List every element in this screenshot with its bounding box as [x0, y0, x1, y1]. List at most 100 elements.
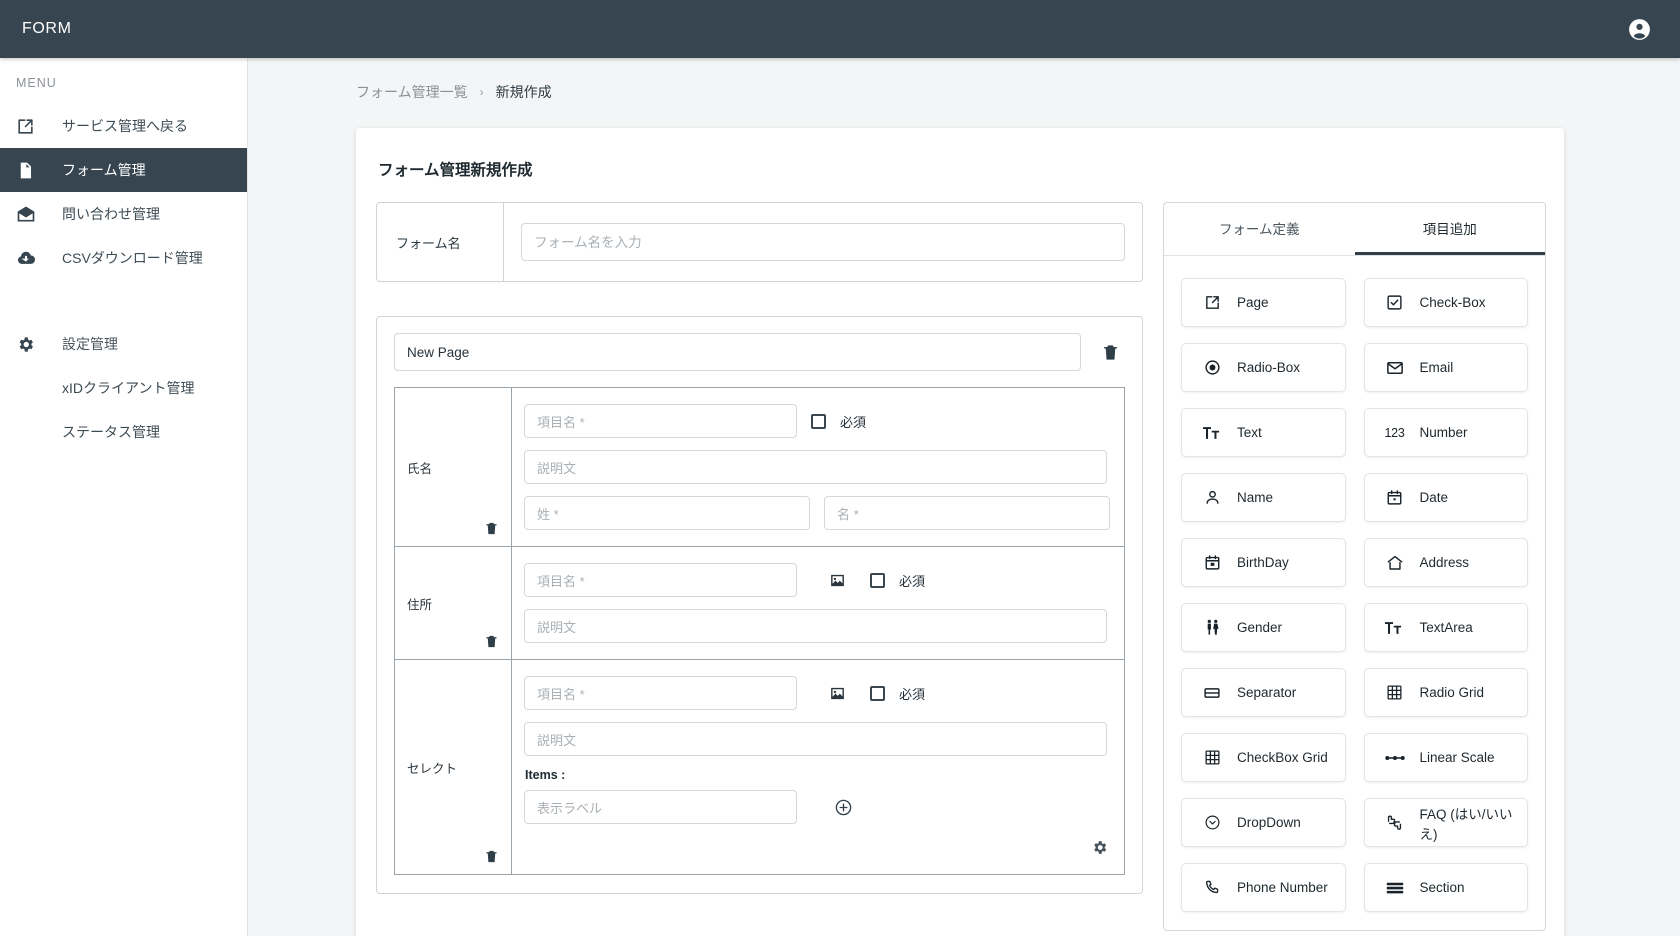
image-icon[interactable] — [829, 572, 846, 589]
description-placeholder: 説明文 — [537, 732, 577, 748]
palette-tile-text[interactable]: Text — [1181, 408, 1346, 457]
palette-tile-faq[interactable]: FAQ (はい/いいえ) — [1363, 798, 1528, 847]
sidebar-item-inquiry-management[interactable]: 問い合わせ管理 — [0, 192, 247, 236]
form-name-field-wrap — [504, 203, 1142, 281]
trash-icon[interactable] — [479, 629, 503, 653]
grid-icon — [1201, 749, 1223, 766]
top-bar: FORM — [0, 0, 1680, 58]
display-label-input[interactable]: 表示ラベル — [524, 790, 797, 824]
breadcrumb-separator: › — [479, 85, 484, 99]
sidebar-item-form-management[interactable]: フォーム管理 — [0, 148, 247, 192]
field-name-line: 項目名 * 必須 — [524, 404, 1110, 438]
breadcrumb-parent[interactable]: フォーム管理一覧 — [356, 82, 468, 102]
palette-tile-label: Radio-Box — [1237, 360, 1301, 375]
add-item-icon[interactable] — [831, 795, 855, 819]
palette-tile-label: Address — [1419, 555, 1470, 570]
field-type-label: セレクト — [407, 761, 458, 776]
trash-icon[interactable] — [1095, 337, 1125, 367]
required-checkbox[interactable] — [870, 685, 885, 701]
palette-tile-phone-number[interactable]: Phone Number — [1181, 863, 1346, 912]
sidebar-item-label: フォーム管理 — [62, 162, 146, 178]
sidebar-sub-label: xIDクライアント管理 — [62, 380, 195, 396]
external-link-icon — [1201, 294, 1223, 311]
palette-tile-number[interactable]: 123 Number — [1363, 408, 1528, 457]
cloud-download-icon — [16, 248, 42, 268]
palette-tile-page[interactable]: Page — [1181, 278, 1346, 327]
item-name-placeholder: 項目名 * — [537, 686, 585, 702]
linear-scale-icon — [1384, 753, 1406, 763]
gear-icon — [16, 335, 42, 354]
palette-tile-label: Section — [1419, 880, 1465, 895]
required-label: 必須 — [899, 686, 926, 702]
palette-tile-date[interactable]: Date — [1363, 473, 1528, 522]
text-format-icon — [1201, 425, 1223, 441]
mail-icon — [1384, 359, 1406, 377]
palette-tile-email[interactable]: Email — [1363, 343, 1528, 392]
sidebar-item-xid-client[interactable]: xIDクライアント管理 — [0, 366, 247, 410]
first-name-input[interactable]: 名 * — [824, 496, 1110, 530]
palette-tile-birthday[interactable]: BirthDay — [1181, 538, 1346, 587]
form-name-box: フォーム名 — [376, 202, 1143, 282]
page-card: New Page 氏名 項目名 * 必須 説明文 姓 * 名 * 住所 項目名 … — [376, 316, 1143, 894]
tab-add-item[interactable]: 項目追加 — [1354, 203, 1545, 255]
sidebar-item-service-back[interactable]: サービス管理へ戻る — [0, 104, 247, 148]
item-name-placeholder: 項目名 * — [537, 414, 585, 430]
palette-tile-label: Date — [1419, 490, 1449, 505]
trash-icon[interactable] — [479, 516, 503, 540]
palette-tile-separator[interactable]: Separator — [1181, 668, 1346, 717]
palette-tile-gender[interactable]: Gender — [1181, 603, 1346, 652]
gear-icon[interactable] — [1088, 836, 1110, 858]
description-placeholder: 説明文 — [537, 619, 577, 635]
palette-tile-textarea[interactable]: TextArea — [1363, 603, 1528, 652]
field-name-line: 項目名 * 必須 — [524, 563, 1110, 597]
description-input[interactable]: 説明文 — [524, 609, 1107, 643]
palette-tile-dropdown[interactable]: DropDown — [1181, 798, 1346, 847]
sidebar-item-csv-download[interactable]: CSVダウンロード管理 — [0, 236, 247, 280]
palette-tile-address[interactable]: Address — [1363, 538, 1528, 587]
trash-icon[interactable] — [479, 844, 503, 868]
required-checkbox[interactable] — [811, 413, 826, 429]
content-area: フォーム管理一覧 › 新規作成 フォーム管理新規作成 フォーム名 フォーム名を入… — [248, 58, 1680, 936]
field-row-body: 項目名 * 必須 説明文 姓 * 名 * — [512, 388, 1124, 546]
description-input[interactable]: 説明文 — [524, 722, 1107, 756]
description-input[interactable]: 説明文 — [524, 450, 1107, 484]
breadcrumb-current: 新規作成 — [495, 84, 552, 100]
account-circle-icon[interactable] — [1624, 14, 1654, 44]
sidebar-section-settings[interactable]: 設定管理 — [0, 322, 247, 366]
field-row: 住所 項目名 * 必須 説明文 — [394, 547, 1125, 660]
palette-tile-linear-scale[interactable]: Linear Scale — [1363, 733, 1528, 782]
form-builder-column: フォーム名 New Page — [376, 202, 1143, 931]
item-name-input[interactable]: 項目名 * — [524, 676, 797, 710]
last-name-placeholder: 姓 * — [537, 506, 559, 522]
checkbox-icon — [1384, 294, 1406, 311]
required-checkbox[interactable] — [870, 572, 885, 588]
field-type-label: 住所 — [407, 597, 433, 612]
field-type-label: 氏名 — [407, 461, 433, 476]
field-row-type-cell: 氏名 — [395, 388, 512, 546]
palette-tile-checkbox-grid[interactable]: CheckBox Grid — [1181, 733, 1346, 782]
page-name-input[interactable]: New Page — [394, 333, 1081, 371]
radio-button-icon — [1201, 359, 1223, 376]
sidebar: MENU サービス管理へ戻る フォーム管理 問い合わせ管理 CSVダウンロード管… — [0, 58, 248, 936]
palette-tile-radio-box[interactable]: Radio-Box — [1181, 343, 1346, 392]
field-row: セレクト 項目名 * 必須 説明文 Items: 表示ラベル — [394, 660, 1125, 875]
sidebar-item-status-management[interactable]: ステータス管理 — [0, 410, 247, 454]
image-icon[interactable] — [829, 685, 846, 702]
palette-tile-label: Phone Number — [1237, 880, 1328, 895]
palette-tile-label: Number — [1419, 425, 1468, 440]
description-placeholder: 説明文 — [537, 460, 577, 476]
form-name-input[interactable] — [521, 223, 1125, 261]
palette-tile-section[interactable]: Section — [1363, 863, 1528, 912]
palette-tile-name[interactable]: Name — [1181, 473, 1346, 522]
palette-tile-label: Linear Scale — [1419, 750, 1495, 765]
home-icon — [1384, 554, 1406, 572]
palette-tile-label: BirthDay — [1237, 555, 1289, 570]
last-name-input[interactable]: 姓 * — [524, 496, 810, 530]
palette-tile-radio-grid[interactable]: Radio Grid — [1363, 668, 1528, 717]
external-link-icon — [16, 117, 42, 136]
sidebar-item-label: サービス管理へ戻る — [62, 118, 188, 134]
item-name-input[interactable]: 項目名 * — [524, 563, 797, 597]
tab-form-definition[interactable]: フォーム定義 — [1164, 203, 1355, 255]
palette-tile-check-box[interactable]: Check-Box — [1363, 278, 1528, 327]
item-name-input[interactable]: 項目名 * — [524, 404, 797, 438]
